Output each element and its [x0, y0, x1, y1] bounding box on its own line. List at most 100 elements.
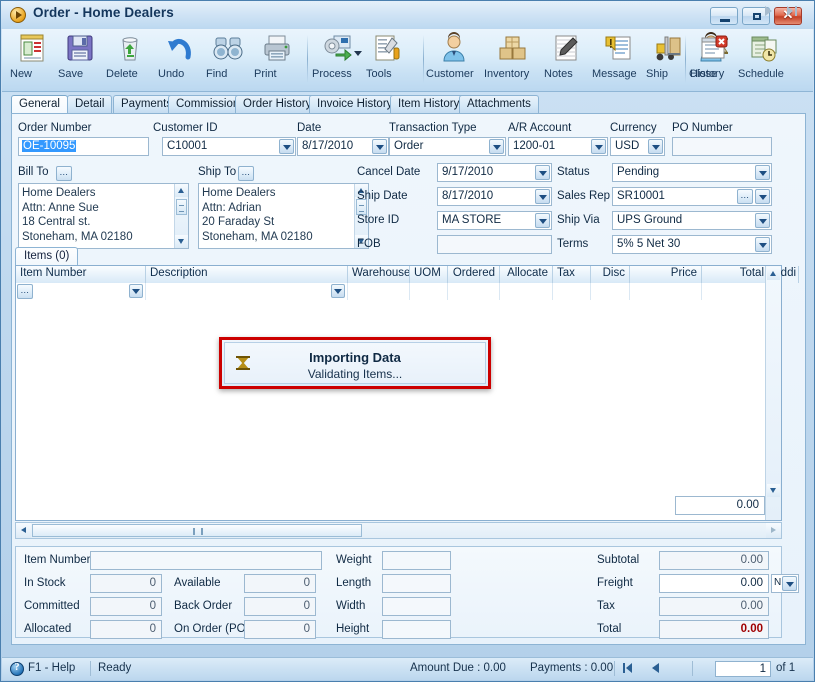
- col-price[interactable]: Price: [630, 266, 702, 283]
- tab-detail[interactable]: Detail: [67, 95, 113, 113]
- customer-id-combo[interactable]: C10001: [162, 137, 296, 156]
- chevron-down-icon[interactable]: [535, 189, 550, 204]
- scroll-up-icon[interactable]: [767, 267, 780, 280]
- next-record-button[interactable]: [759, 4, 777, 19]
- grid-row-uom-cell[interactable]: [410, 283, 448, 300]
- transaction-type-combo[interactable]: Order: [389, 137, 506, 156]
- col-disc[interactable]: Disc: [591, 266, 630, 283]
- grid-row-allocate-cell[interactable]: [500, 283, 553, 300]
- chevron-down-icon[interactable]: [535, 213, 550, 228]
- width-input[interactable]: [382, 597, 451, 616]
- sales-rep-lookup-button[interactable]: …: [737, 189, 753, 204]
- scroll-down-icon[interactable]: [767, 484, 780, 497]
- status-combo[interactable]: Pending: [612, 163, 772, 182]
- tab-invoice-history[interactable]: Invoice History: [309, 95, 401, 113]
- chevron-down-icon[interactable]: [372, 139, 387, 154]
- scroll-up-icon[interactable]: [175, 184, 188, 197]
- items-grid[interactable]: Item Number Description Warehouse UOM Or…: [15, 265, 799, 521]
- page-number-input[interactable]: 1: [715, 661, 771, 677]
- toolbar-find-button[interactable]: Find: [206, 32, 250, 88]
- chevron-down-icon[interactable]: [591, 139, 606, 154]
- cancel-date-combo[interactable]: 9/17/2010: [437, 163, 552, 182]
- fob-input[interactable]: [437, 235, 552, 254]
- chevron-down-icon[interactable]: [755, 189, 770, 204]
- ship-to-address[interactable]: Home Dealers Attn: Adrian 20 Faraday St …: [198, 183, 369, 249]
- grid-row-warehouse-cell[interactable]: [348, 283, 410, 300]
- chevron-down-icon[interactable]: [648, 139, 663, 154]
- scroll-right-icon[interactable]: [766, 523, 781, 538]
- toolbar-customer-button[interactable]: Customer: [426, 32, 482, 88]
- grid-row-tax-cell[interactable]: [553, 283, 591, 300]
- tab-item-history[interactable]: Item History: [390, 95, 468, 113]
- help-icon[interactable]: ?: [10, 662, 24, 676]
- chevron-down-icon[interactable]: [755, 237, 770, 252]
- grid-row-description-cell[interactable]: [146, 283, 348, 300]
- toolbar-new-button[interactable]: New: [10, 32, 54, 88]
- grid-row-total-cell[interactable]: [702, 283, 769, 300]
- ar-account-combo[interactable]: 1200-01: [508, 137, 608, 156]
- scroll-left-icon[interactable]: [16, 523, 31, 538]
- tab-order-history[interactable]: Order History: [235, 95, 320, 113]
- currency-combo[interactable]: USD: [610, 137, 665, 156]
- ship-via-combo[interactable]: UPS Ground: [612, 211, 772, 230]
- length-input[interactable]: [382, 574, 451, 593]
- chevron-down-icon[interactable]: [354, 51, 362, 56]
- toolbar-process-button[interactable]: Process: [312, 32, 364, 88]
- toolbar-save-button[interactable]: Save: [58, 32, 102, 88]
- col-description[interactable]: Description: [146, 266, 348, 283]
- chevron-down-icon[interactable]: [489, 139, 504, 154]
- col-uom[interactable]: UOM: [410, 266, 448, 283]
- freight-mode-combo[interactable]: N: [771, 574, 799, 593]
- items-grid-hscrollbar[interactable]: [15, 522, 782, 539]
- chevron-down-icon[interactable]: [129, 284, 143, 298]
- last-record-button[interactable]: [784, 4, 802, 19]
- toolbar-print-button[interactable]: Print: [254, 32, 300, 88]
- grid-row-disc-cell[interactable]: [591, 283, 630, 300]
- col-warehouse[interactable]: Warehouse: [348, 266, 410, 283]
- po-number-input[interactable]: [672, 137, 772, 156]
- minimize-button[interactable]: [710, 7, 738, 25]
- scroll-thumb[interactable]: [176, 199, 187, 215]
- grid-row-price-cell[interactable]: [630, 283, 702, 300]
- items-grid-vscrollbar[interactable]: [765, 266, 781, 520]
- first-record-button[interactable]: [620, 661, 638, 676]
- store-id-combo[interactable]: MA STORE: [437, 211, 552, 230]
- help-label[interactable]: F1 - Help: [28, 662, 75, 674]
- chevron-down-icon[interactable]: [279, 139, 294, 154]
- col-ordered[interactable]: Ordered: [448, 266, 500, 283]
- toolbar-undo-button[interactable]: Undo: [158, 32, 202, 88]
- col-item-number[interactable]: Item Number: [16, 266, 146, 283]
- bill-to-lookup-button[interactable]: …: [56, 166, 72, 181]
- item-lookup-button[interactable]: …: [17, 284, 33, 299]
- toolbar-schedule-button[interactable]: Schedule: [738, 32, 790, 88]
- toolbar-tools-button[interactable]: Tools: [366, 32, 410, 88]
- terms-combo[interactable]: 5% 5 Net 30: [612, 235, 772, 254]
- tab-general[interactable]: General: [11, 95, 68, 114]
- detail-item-number-input[interactable]: [90, 551, 322, 570]
- chevron-down-icon[interactable]: [782, 576, 797, 591]
- chevron-down-icon[interactable]: [755, 165, 770, 180]
- grid-row-ordered-cell[interactable]: [448, 283, 500, 300]
- chevron-down-icon[interactable]: [535, 165, 550, 180]
- scroll-thumb[interactable]: [32, 524, 362, 537]
- grid-row-item-number-cell[interactable]: …: [16, 283, 146, 300]
- toolbar-message-button[interactable]: Message: [592, 32, 644, 88]
- tab-items[interactable]: Items (0): [15, 247, 79, 265]
- weight-input[interactable]: [382, 551, 451, 570]
- chevron-down-icon[interactable]: [331, 284, 345, 298]
- order-number-input[interactable]: OE-10095: [18, 137, 149, 156]
- tab-attachments[interactable]: Attachments: [459, 95, 539, 113]
- freight-input[interactable]: 0.00: [659, 574, 769, 593]
- ship-date-combo[interactable]: 8/17/2010: [437, 187, 552, 206]
- toolbar-inventory-button[interactable]: Inventory: [484, 32, 542, 88]
- sales-rep-combo[interactable]: SR10001 …: [612, 187, 772, 206]
- chevron-down-icon[interactable]: [755, 213, 770, 228]
- ship-to-lookup-button[interactable]: …: [238, 166, 254, 181]
- prev-record-button[interactable]: [647, 661, 665, 676]
- scroll-down-icon[interactable]: [175, 235, 188, 248]
- bill-to-address[interactable]: Home Dealers Attn: Anne Sue 18 Central s…: [18, 183, 189, 249]
- col-tax[interactable]: Tax: [553, 266, 591, 283]
- toolbar-close-button[interactable]: Close: [689, 32, 739, 88]
- bill-to-scrollbar[interactable]: [174, 184, 188, 248]
- date-combo[interactable]: 8/17/2010: [297, 137, 389, 156]
